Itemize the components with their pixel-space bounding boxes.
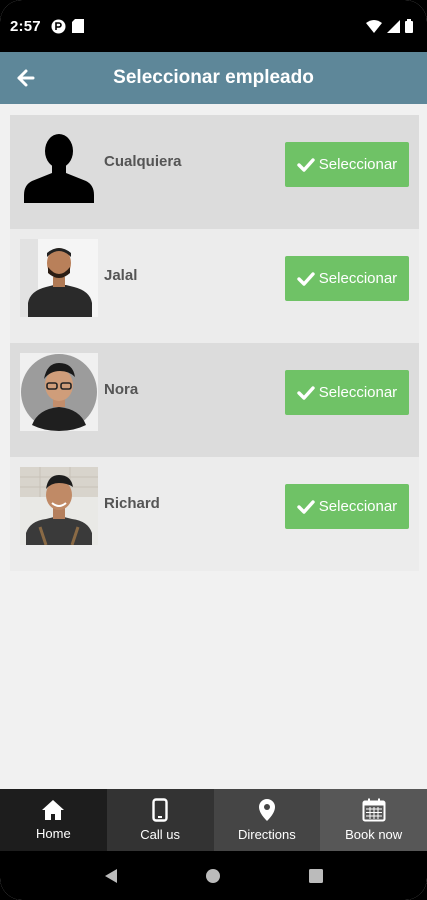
nav-call-us-label: Call us bbox=[140, 827, 180, 842]
photo-avatar bbox=[20, 353, 98, 431]
employee-name: Jalal bbox=[104, 267, 138, 284]
battery-icon bbox=[405, 19, 413, 33]
app-notification-icon bbox=[51, 19, 66, 33]
nav-directions-label: Directions bbox=[237, 827, 296, 842]
select-button[interactable]: Seleccionar bbox=[285, 484, 409, 529]
status-time: 2:57 bbox=[10, 17, 41, 35]
wifi-icon bbox=[366, 19, 382, 33]
sim-card-icon bbox=[71, 19, 84, 33]
system-nav-bar bbox=[0, 851, 427, 900]
nav-call-us[interactable]: Call us bbox=[106, 789, 214, 851]
system-recents-button[interactable] bbox=[301, 861, 331, 891]
select-button-label: Seleccionar bbox=[318, 384, 398, 401]
check-icon bbox=[297, 499, 315, 515]
status-bar: 2:57 bbox=[0, 0, 427, 52]
page-title: Seleccionar empleado bbox=[113, 67, 314, 88]
nav-home[interactable]: Home bbox=[0, 789, 107, 851]
map-pin-icon bbox=[258, 799, 275, 821]
nav-book-now-label: Book now bbox=[345, 827, 403, 842]
list-item: Cualquiera Seleccionar bbox=[10, 115, 419, 229]
system-home-button[interactable] bbox=[198, 861, 228, 891]
select-button-label: Seleccionar bbox=[318, 498, 398, 515]
arrow-left-icon bbox=[17, 69, 35, 87]
check-icon bbox=[297, 157, 315, 173]
employee-name: Cualquiera bbox=[104, 153, 182, 170]
check-icon bbox=[297, 271, 315, 287]
signal-icon bbox=[387, 19, 400, 33]
nav-directions[interactable]: Directions bbox=[213, 789, 321, 851]
square-recents-icon bbox=[308, 868, 323, 883]
circle-home-icon bbox=[206, 868, 221, 883]
employee-name: Nora bbox=[104, 381, 139, 398]
nav-book-now[interactable]: Book now bbox=[320, 789, 427, 851]
employee-list: Cualquiera Seleccionar Jalal Seleccionar… bbox=[10, 115, 419, 571]
calendar-icon bbox=[362, 798, 386, 822]
bottom-nav: Home Call us Directions Book now bbox=[0, 789, 427, 851]
app-header: Seleccionar empleado bbox=[0, 52, 427, 104]
check-icon bbox=[297, 385, 315, 401]
select-button[interactable]: Seleccionar bbox=[285, 370, 409, 415]
select-button[interactable]: Seleccionar bbox=[285, 142, 409, 187]
triangle-back-icon bbox=[105, 868, 118, 883]
list-item: Jalal Seleccionar bbox=[10, 229, 419, 343]
photo-avatar bbox=[20, 467, 98, 545]
home-icon bbox=[42, 800, 65, 820]
back-button[interactable] bbox=[10, 63, 40, 93]
phone-icon bbox=[152, 798, 168, 822]
list-item: Nora Seleccionar bbox=[10, 343, 419, 457]
photo-avatar bbox=[20, 239, 98, 317]
list-item: Richard Seleccionar bbox=[10, 457, 419, 571]
employee-name: Richard bbox=[104, 495, 160, 512]
select-button-label: Seleccionar bbox=[318, 270, 398, 287]
select-button[interactable]: Seleccionar bbox=[285, 256, 409, 301]
nav-home-label: Home bbox=[36, 826, 71, 841]
silhouette-avatar bbox=[20, 125, 98, 203]
system-back-button[interactable] bbox=[96, 861, 126, 891]
select-button-label: Seleccionar bbox=[318, 156, 398, 173]
phone-screen: 2:57 Seleccionar empleado Cualquiera Sel… bbox=[0, 0, 427, 900]
